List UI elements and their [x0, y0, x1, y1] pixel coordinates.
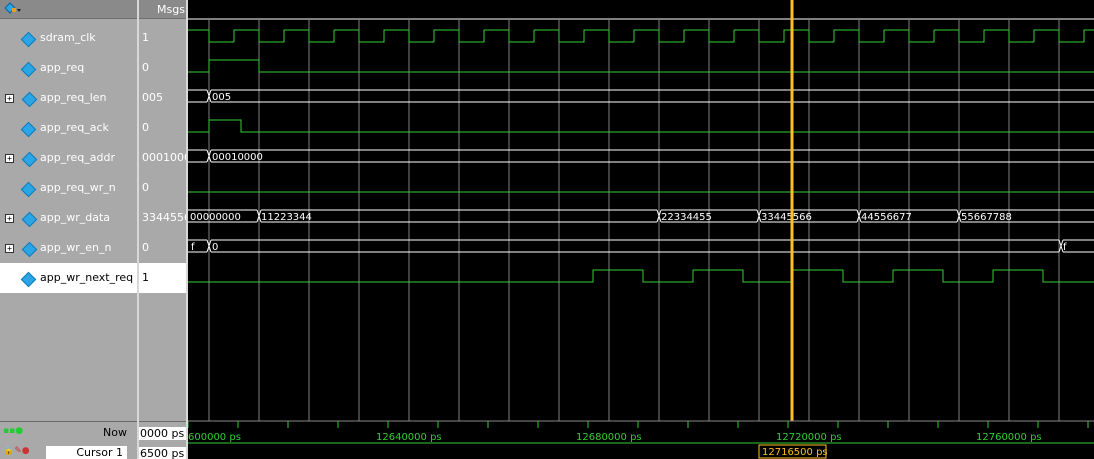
- signal-row-app-req-ack[interactable]: app_req_ack: [0, 113, 137, 143]
- diamond-icon: [21, 241, 38, 258]
- bus-value-label: 55667788: [961, 212, 1012, 223]
- now-toolbar-icons[interactable]: ▪▪●: [3, 426, 23, 436]
- signal-name: app_req: [40, 61, 85, 74]
- signal-row-app-req[interactable]: app_req: [0, 53, 137, 83]
- signal-row-app-wr-next-req[interactable]: app_wr_next_req: [0, 263, 137, 293]
- cursor-value[interactable]: 6500 ps: [139, 447, 186, 459]
- signal-row-app-req-wr-n[interactable]: app_req_wr_n: [0, 173, 137, 203]
- signal-name-pane: sdram_clk app_req + app_req_len app_req_ack +…: [0, 0, 137, 459]
- signal-value[interactable]: 1: [139, 23, 186, 53]
- signal-row-app-wr-data[interactable]: + app_wr_data: [0, 203, 137, 233]
- bus-value-label: 33445566: [761, 212, 812, 223]
- signal-value[interactable]: 0: [139, 173, 186, 203]
- diamond-icon: [21, 211, 38, 228]
- bus-value-label: 44556677: [861, 212, 912, 223]
- wave-tool-icon[interactable]: [4, 2, 22, 16]
- bus-value-label: 005: [212, 92, 231, 103]
- diamond-icon: [20, 181, 37, 198]
- signal-value-pane: Msgs 1000500001000003344556601 0000 ps 6…: [139, 0, 186, 459]
- signal-value[interactable]: 0: [139, 113, 186, 143]
- diamond-icon: [20, 61, 37, 78]
- plus-box-icon[interactable]: +: [5, 244, 14, 253]
- signal-row-app-wr-en-n[interactable]: + app_wr_en_n: [0, 233, 137, 263]
- bus-value-label: 00000000: [190, 212, 241, 223]
- signal-name: app_wr_next_req: [40, 271, 134, 284]
- time-axis-label: 12680000 ps: [576, 432, 642, 443]
- diamond-icon: [20, 271, 37, 288]
- name-pane-header: [0, 0, 137, 19]
- signal-value[interactable]: 00010000: [139, 143, 186, 173]
- signal-name: app_req_ack: [40, 121, 109, 134]
- signal-value[interactable]: 005: [139, 83, 186, 113]
- signal-name: app_wr_en_n: [40, 241, 112, 254]
- time-axis-label: 12640000 ps: [376, 432, 442, 443]
- signal-name: app_wr_data: [40, 211, 111, 224]
- waveform-canvas[interactable]: 005 00010000 00000000 11223344 22334455 33445…: [188, 0, 1094, 459]
- signal-value[interactable]: 1: [139, 263, 186, 293]
- plus-box-icon[interactable]: +: [5, 214, 14, 223]
- bus-value-label: 00010000: [212, 152, 263, 163]
- time-axis-label: 600000 ps: [188, 432, 241, 443]
- now-value: 0000 ps: [139, 427, 186, 440]
- signal-row-app-req-addr[interactable]: + app_req_addr: [0, 143, 137, 173]
- cursor-label[interactable]: Cursor 1: [46, 446, 127, 459]
- signal-value[interactable]: 33445566: [139, 203, 186, 233]
- diamond-icon: [20, 31, 37, 48]
- signal-value[interactable]: 0: [139, 233, 186, 263]
- time-axis-label: 12760000 ps: [976, 432, 1042, 443]
- signal-name: app_req_addr: [40, 151, 115, 164]
- value-pane-header: Msgs: [139, 0, 186, 19]
- diamond-icon: [21, 151, 38, 168]
- cursor-time-label: 12716500 ps: [762, 447, 828, 458]
- signal-value[interactable]: 0: [139, 53, 186, 83]
- signal-name: app_req_len: [40, 91, 107, 104]
- signal-name: app_req_wr_n: [40, 181, 116, 194]
- plus-box-icon[interactable]: +: [5, 94, 14, 103]
- now-label: Now: [103, 426, 127, 439]
- name-pane-footer: ▪▪● Now 🔒✎● Cursor 1: [0, 421, 137, 459]
- diamond-icon: [21, 91, 38, 108]
- plus-box-icon[interactable]: +: [5, 154, 14, 163]
- bus-value-label: 11223344: [261, 212, 312, 223]
- cursor-toolbar-icons[interactable]: 🔒✎●: [3, 446, 30, 456]
- signal-name: sdram_clk: [40, 31, 96, 44]
- value-pane-footer: 0000 ps 6500 ps: [139, 421, 186, 459]
- signal-row-app-req-len[interactable]: + app_req_len: [0, 83, 137, 113]
- bus-value-label: f: [1063, 242, 1067, 253]
- bus-value-label: 0: [212, 242, 218, 253]
- waveform-pane[interactable]: 005 00010000 00000000 11223344 22334455 33445…: [188, 0, 1094, 459]
- bus-value-label: f: [191, 242, 195, 253]
- time-axis-label: 12720000 ps: [776, 432, 842, 443]
- diamond-icon: [20, 121, 37, 138]
- signal-row-sdram-clk[interactable]: sdram_clk: [0, 23, 137, 53]
- bus-value-label: 22334455: [661, 212, 712, 223]
